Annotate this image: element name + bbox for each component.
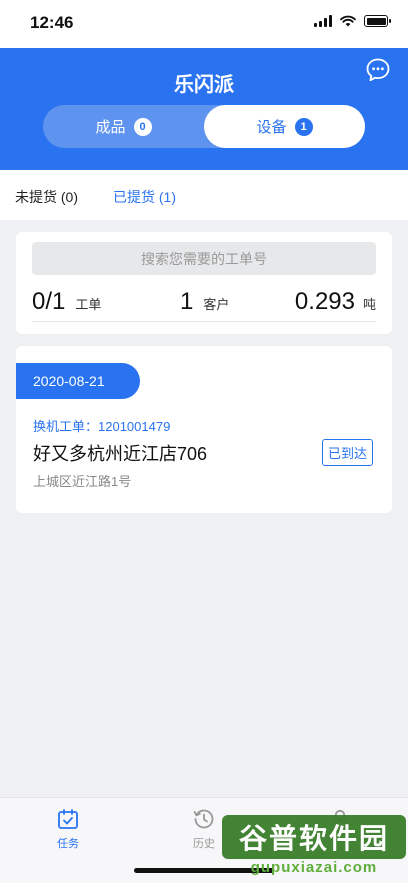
search-input[interactable]: [32, 242, 376, 275]
cellular-signal-icon: [314, 15, 332, 27]
count-badge: 0: [133, 117, 152, 136]
stat-unit: 工单: [75, 297, 102, 312]
tab-label: 历史: [193, 838, 215, 850]
stat-unit: 客户: [203, 297, 230, 312]
stat-unit: 吨: [362, 297, 376, 312]
watermark-logo: 谷普软件园: [222, 815, 406, 859]
status-time: 12:46: [30, 13, 74, 32]
status-bar: 12:46: [0, 0, 408, 48]
segment-finished-goods[interactable]: 成品 0: [43, 105, 204, 148]
summary-stats: 0/1 工单 1 客户 0.293 吨: [32, 286, 376, 322]
segment-label: 成品: [95, 119, 126, 136]
stat-value: 1: [180, 288, 194, 315]
order-card[interactable]: 2020-08-21 换机工单：1201001479 好又多杭州近江店706 上…: [16, 346, 392, 513]
order-date-tag: 2020-08-21: [16, 363, 140, 399]
clock-history-icon: [193, 809, 214, 829]
app-title: 乐闪派: [174, 74, 234, 96]
segment-equipment[interactable]: 设备 1: [204, 105, 365, 148]
stat-weight: 0.293 吨: [295, 288, 376, 316]
tab-picked-up[interactable]: 已提货 (1): [113, 187, 176, 207]
search-card: 0/1 工单 1 客户 0.293 吨: [16, 232, 392, 334]
stat-orders: 0/1 工单: [32, 288, 101, 316]
tab-label: 任务: [57, 838, 79, 850]
pickup-status-tabs: 未提货 (0) 已提货 (1): [0, 170, 408, 220]
status-badge: 已到达: [321, 439, 373, 466]
battery-icon: [364, 15, 391, 27]
store-name: 好又多杭州近江店706: [33, 444, 208, 464]
stat-value: 0.293: [294, 288, 355, 315]
watermark: 谷普软件园 gupuxiazai.com: [222, 815, 406, 881]
store-address: 上城区近江路1号: [33, 474, 132, 489]
category-segmented-control: 成品 0 设备 1: [43, 105, 365, 148]
count-badge: 1: [294, 117, 313, 136]
calendar-check-icon: [58, 809, 78, 829]
tab-not-picked-up[interactable]: 未提货 (0): [15, 187, 78, 207]
wifi-icon: [340, 15, 356, 27]
app-header: 乐闪派 成品 0 设备 1: [0, 48, 408, 170]
segment-label: 设备: [256, 119, 287, 136]
watermark-url: gupuxiazai.com: [250, 859, 378, 876]
stat-customers: 1 客户: [180, 288, 229, 316]
order-number: 换机工单：1201001479: [33, 419, 171, 434]
stat-value: 0/1: [32, 288, 66, 315]
tab-task[interactable]: 任务: [38, 807, 98, 851]
status-icons: [314, 15, 391, 27]
message-icon[interactable]: [365, 57, 391, 83]
